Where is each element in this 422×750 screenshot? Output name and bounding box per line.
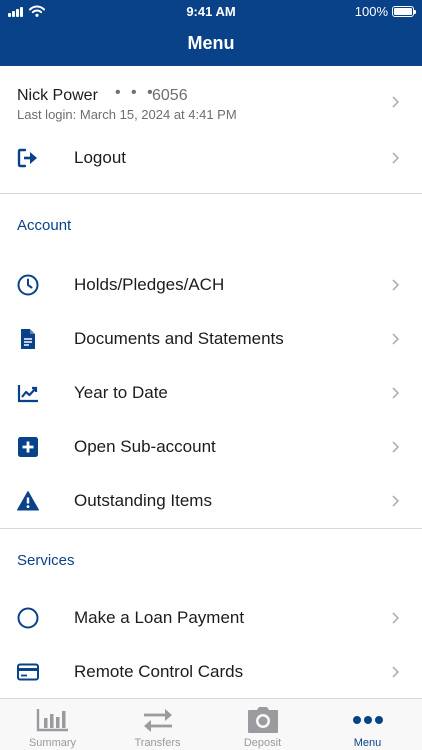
menu-item-label: Make a Loan Payment — [74, 608, 245, 627]
menu-item-open-sub-account[interactable]: Open Sub-account — [0, 420, 422, 474]
battery-icon — [392, 6, 416, 17]
tab-label: Transfers — [134, 737, 181, 749]
document-icon — [21, 329, 35, 349]
logout-label: Logout — [74, 148, 126, 167]
tab-summary[interactable]: Summary — [0, 699, 105, 750]
menu-content: Nick Power • • • 6056 Last login: March … — [0, 66, 422, 699]
menu-item-label: Open Sub-account — [74, 437, 216, 456]
tab-label: Menu — [353, 737, 382, 749]
chevron-right-icon — [392, 441, 400, 453]
menu-item-outstanding-items[interactable]: Outstanding Items — [0, 474, 422, 528]
menu-item-label: Outstanding Items — [74, 491, 212, 510]
warning-icon — [17, 491, 39, 511]
tab-label: Deposit — [243, 737, 282, 749]
chevron-right-icon — [392, 152, 400, 164]
section-account-header: Account — [0, 194, 422, 258]
menu-item-documents[interactable]: Documents and Statements — [0, 312, 422, 366]
chevron-right-icon — [392, 666, 400, 678]
section-title: Account — [17, 217, 72, 234]
circle-icon — [17, 607, 39, 629]
menu-item-label: Remote Control Cards — [74, 662, 244, 681]
chevron-right-icon — [392, 333, 400, 345]
menu-item-label: Holds/Pledges/ACH — [74, 275, 225, 294]
tab-bar: Summary Transfers Deposit Menu — [0, 698, 422, 750]
last-login: Last login: March 15, 2024 at 4:41 PM — [17, 107, 237, 122]
logout-row[interactable]: Logout — [0, 131, 422, 185]
menu-item-label: Year to Date — [74, 383, 168, 402]
user-name: Nick Power — [17, 87, 98, 104]
plus-icon — [18, 437, 38, 457]
tab-label: Summary — [28, 737, 77, 749]
menu-item-holds[interactable]: Holds/Pledges/ACH — [0, 258, 422, 312]
chevron-right-icon — [392, 387, 400, 399]
camera-icon — [248, 707, 278, 733]
more-icon — [353, 716, 383, 724]
transfer-icon — [144, 709, 172, 732]
menu-item-loan-payment[interactable]: Make a Loan Payment — [0, 591, 422, 645]
tab-transfers[interactable]: Transfers — [105, 699, 210, 750]
section-services-header: Services — [0, 529, 422, 591]
card-icon — [17, 663, 39, 681]
chevron-right-icon — [392, 495, 400, 507]
user-account-row[interactable]: Nick Power • • • 6056 Last login: March … — [0, 66, 422, 131]
account-suffix: 6056 — [152, 87, 188, 104]
account-mask: • • • — [115, 84, 156, 101]
chart-icon — [17, 385, 38, 403]
bar-chart-icon — [36, 709, 68, 732]
clock-icon — [17, 274, 39, 296]
status-bar: 9:41 AM 100% — [0, 0, 422, 24]
tab-deposit[interactable]: Deposit — [210, 699, 315, 750]
menu-item-label: Documents and Statements — [74, 329, 284, 348]
section-title: Services — [17, 552, 75, 569]
chevron-right-icon — [392, 612, 400, 624]
page-title: Menu — [187, 33, 235, 53]
logout-icon — [17, 148, 37, 168]
chevron-right-icon — [392, 279, 400, 291]
menu-item-year-to-date[interactable]: Year to Date — [0, 366, 422, 420]
battery-percentage: 100% — [354, 4, 388, 19]
menu-item-remote-control-cards[interactable]: Remote Control Cards — [0, 645, 422, 699]
app-header: 9:41 AM 100% Menu — [0, 0, 422, 66]
tab-menu[interactable]: Menu — [315, 699, 420, 750]
chevron-right-icon — [392, 96, 400, 108]
